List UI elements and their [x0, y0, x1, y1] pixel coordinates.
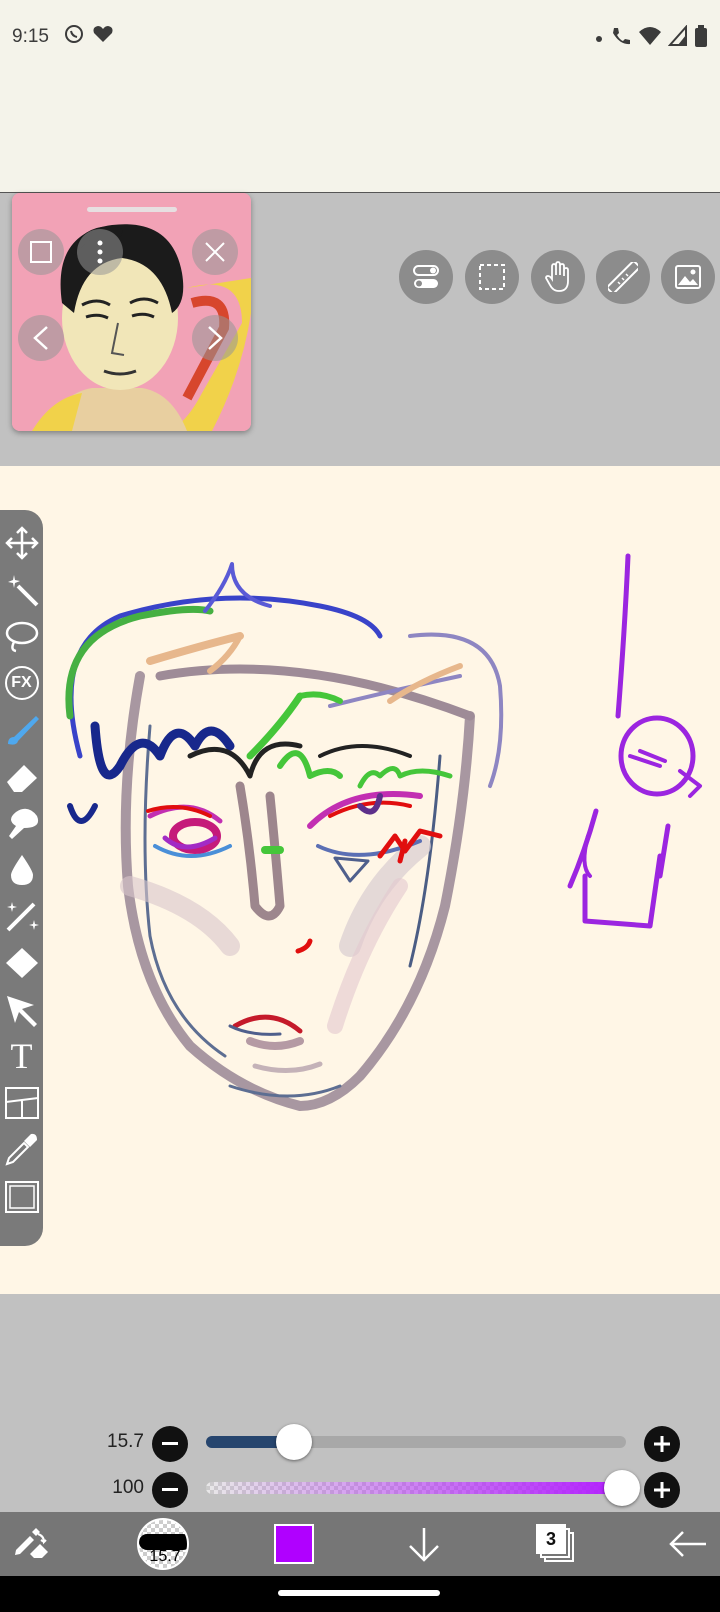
opacity-slider-track[interactable] — [206, 1482, 626, 1494]
signal-icon — [667, 24, 688, 52]
select-arrow-icon[interactable] — [0, 987, 43, 1033]
blur-icon[interactable] — [0, 847, 43, 893]
bottom-toolbar: 15.7 3 — [0, 1512, 720, 1576]
canvas-icon[interactable] — [0, 1174, 43, 1220]
opacity-slider-thumb[interactable] — [604, 1470, 640, 1506]
status-bar: 9:15 — [0, 0, 720, 192]
more-vert-icon[interactable] — [77, 229, 123, 275]
size-slider-track[interactable] — [206, 1436, 626, 1448]
reference-window[interactable] — [12, 193, 251, 431]
download-icon[interactable] — [402, 1512, 446, 1576]
color-swatch-button[interactable] — [272, 1512, 316, 1576]
artwork — [65, 553, 702, 1111]
system-nav-bar — [0, 1576, 720, 1612]
back-icon[interactable] — [664, 1512, 712, 1576]
whatsapp-icon — [64, 24, 84, 49]
layers-stack: 3 — [536, 1524, 576, 1564]
size-decrease-button[interactable] — [152, 1426, 188, 1462]
brush-size-label: 15.7 — [149, 1548, 181, 1565]
battery-icon — [694, 24, 708, 53]
smudge-icon[interactable] — [0, 800, 43, 846]
prev-icon[interactable] — [18, 315, 64, 361]
layer-toggle-icon[interactable] — [18, 229, 64, 275]
text-tool-label: T — [10, 1036, 33, 1076]
dot-icon — [594, 26, 604, 51]
sparkle-brush-icon[interactable] — [0, 894, 43, 940]
brush-preview-icon[interactable]: 15.7 — [136, 1512, 190, 1576]
hand-icon[interactable] — [531, 250, 585, 304]
layers-icon[interactable]: 3 — [532, 1512, 580, 1576]
eyedropper-icon[interactable] — [0, 1127, 43, 1173]
brush-icon[interactable] — [0, 707, 43, 753]
magic-wand-icon[interactable] — [0, 567, 43, 613]
drawing-canvas[interactable] — [0, 466, 720, 1294]
fx-label: FX — [4, 666, 39, 700]
layers-count: 3 — [536, 1524, 566, 1554]
wifi-icon — [638, 25, 662, 52]
text-icon[interactable]: T — [0, 1033, 43, 1079]
eraser-icon[interactable] — [0, 754, 43, 800]
size-increase-button[interactable] — [644, 1426, 680, 1462]
heart-icon — [92, 24, 114, 49]
move-icon[interactable] — [0, 520, 43, 566]
opacity-decrease-button[interactable] — [152, 1472, 188, 1508]
size-slider-thumb[interactable] — [276, 1424, 313, 1460]
status-icons-right — [594, 24, 708, 53]
lasso-icon[interactable] — [0, 614, 43, 660]
wifi-calling-icon — [610, 25, 632, 52]
tool-palette: FX T — [0, 510, 43, 1246]
reference-drag-handle[interactable] — [87, 207, 177, 212]
fx-icon[interactable]: FX — [0, 660, 43, 706]
size-value-label: 15.7 — [107, 1431, 144, 1452]
opacity-increase-button[interactable] — [644, 1472, 680, 1508]
opacity-value-label: 100 — [112, 1477, 144, 1498]
next-icon[interactable] — [192, 315, 238, 361]
ruler-icon[interactable] — [596, 250, 650, 304]
status-time: 9:15 — [12, 26, 49, 47]
close-icon[interactable] — [192, 229, 238, 275]
opacity-slider-gradient — [206, 1482, 626, 1494]
brush-preview: 15.7 — [137, 1518, 189, 1570]
edit-tools-icon[interactable] — [8, 1512, 56, 1576]
status-icons-left — [64, 24, 114, 49]
toggle-settings-icon[interactable] — [399, 250, 453, 304]
frame-divider-icon[interactable] — [0, 1080, 43, 1126]
selection-icon[interactable] — [465, 250, 519, 304]
home-gesture-handle[interactable] — [278, 1590, 440, 1596]
image-reference-icon[interactable] — [661, 250, 715, 304]
fill-icon[interactable] — [0, 940, 43, 986]
color-swatch — [274, 1524, 314, 1564]
